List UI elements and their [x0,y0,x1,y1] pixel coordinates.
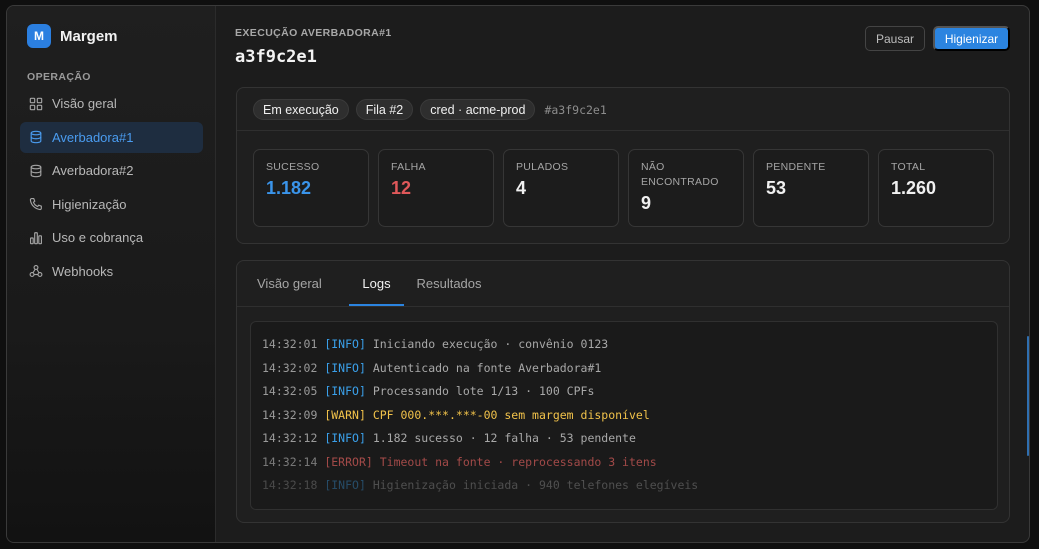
brand[interactable]: M Margem [27,24,118,48]
sidebar-item-label: Averbadora#1 [52,129,134,145]
log-time: 14:32:14 [262,454,318,469]
sidebar-item-label: Averbadora#2 [52,163,134,178]
sidebar-item-label: Uso e cobrança [52,230,144,245]
log-line: 14:32:01 [INFO] Iniciando execução · con… [262,337,608,351]
log-level: [INFO] [324,478,366,492]
database-icon [30,164,42,177]
sanitize-button[interactable]: Higienizar [933,26,1010,51]
log-message: Processando lote 1/13 · 100 CPFs [372,384,595,398]
run-hash: #a3f9c2e1 [544,102,607,117]
log-message: CPF 000.***.***-00 sem margem disponível [372,407,650,422]
log-message: Autenticado na fonte Averbadora#1 [372,360,602,375]
logs-card: Visão geral Logs Resultados 14:32:01 [IN… [236,260,1010,523]
log-line: 14:32:05 [INFO] Processando lote 1/13 · … [262,384,594,398]
log-message: Higienização iniciada · 940 telefones el… [372,478,699,492]
brand-name: Margem [60,27,118,45]
status-badge: Em execução [253,99,349,120]
log-line: 14:32:18 [INFO] Higienização iniciada · … [262,478,698,492]
pause-button[interactable]: Pausar [865,26,925,51]
sidebar: M Margem OPERAÇÃO Visão geral Averbadora… [7,6,216,542]
log-level: [INFO] [324,384,366,398]
sidebar-item-uso-cobranca[interactable]: Uso e cobrança [20,222,203,253]
log-time: 14:32:18 [262,478,318,492]
log-message: 1.182 sucesso · 12 falha · 53 pendente [372,431,636,445]
metric-total: TOTAL 1.260 [878,149,994,227]
app-window: M Margem OPERAÇÃO Visão geral Averbadora… [6,5,1030,543]
main-content: EXECUÇÃO AVERBADORA#1 a3f9c2e1 Pausar Hi… [216,6,1029,542]
metric-label: NÃO ENCONTRADO [641,161,719,188]
metric-label: TOTAL [891,161,926,173]
log-console[interactable]: 14:32:01 [INFO] Iniciando execução · con… [250,321,998,510]
sidebar-item-averbadora2[interactable]: Averbadora#2 [20,155,203,186]
log-level: [INFO] [324,431,366,445]
log-line: 14:32:14 [ERROR] Timeout na fonte · repr… [262,455,657,469]
grid-icon [29,97,43,110]
sidebar-nav: Visão geral Averbadora#1 Averbadora#2 Hi… [20,88,203,289]
scrollbar[interactable] [1027,336,1029,456]
phone-icon [29,198,42,211]
metric-sucesso: SUCESSO 1.182 [253,149,369,227]
log-time: 14:32:05 [262,384,318,398]
sidebar-item-visao-geral[interactable]: Visão geral [20,88,203,119]
database-icon [30,130,42,144]
tab-resultados[interactable]: Resultados [404,261,494,306]
sidebar-item-averbadora1[interactable]: Averbadora#1 [20,121,203,153]
log-line: 14:32:12 [INFO] 1.182 sucesso · 12 falha… [262,431,636,445]
log-time: 14:32:12 [262,431,318,445]
brand-logo: M [27,24,51,48]
log-time: 14:32:02 [262,360,318,375]
status-pills: Em execução Fila #2 cred · acme-prod #a3… [253,99,607,120]
queue-badge: Fila #2 [355,99,414,120]
sidebar-item-label: Webhooks [52,263,114,279]
metric-label: PENDENTE [766,161,826,173]
tab-bar: Visão geral Logs Resultados [257,261,494,306]
log-message: Timeout na fonte · reprocessando 3 itens [379,454,657,469]
metric-label: PULADOS [516,161,569,173]
sidebar-item-label: Visão geral [52,96,117,111]
metric-pendente: PENDENTE 53 [753,149,869,227]
log-level: [INFO] [324,360,366,375]
page-eyebrow: EXECUÇÃO AVERBADORA#1 [235,27,392,39]
log-time: 14:32:01 [262,337,318,351]
log-level: [WARN] [324,407,366,422]
divider [237,130,1009,131]
metric-falha: FALHA 12 [378,149,494,227]
sidebar-item-higienizacao[interactable]: Higienização [20,189,203,220]
metric-pulados: PULADOS 4 [503,149,619,227]
log-message: Iniciando execução · convênio 0123 [372,337,609,351]
log-line: 14:32:09 [WARN] CPF 000.***.***-00 sem m… [262,408,650,422]
metric-label: SUCESSO [266,161,320,173]
divider [237,306,1009,307]
sidebar-item-label: Higienização [52,196,127,212]
tab-visao-geral[interactable]: Visão geral [257,261,349,306]
webhook-icon [29,265,43,277]
metric-label: FALHA [391,161,426,173]
bar-chart-icon [30,231,42,244]
metric-value: 1.260 [891,178,937,198]
tab-logs[interactable]: Logs [349,261,404,306]
metric-nao-encontrado: NÃO ENCONTRADO 9 [628,149,744,227]
log-level: [ERROR] [324,454,373,469]
sidebar-item-webhooks[interactable]: Webhooks [20,256,203,287]
metric-value: 4 [516,178,527,198]
metric-value: 53 [766,178,787,198]
credential-badge: cred · acme-prod [420,99,536,120]
metric-value: 1.182 [266,178,312,198]
page-title: a3f9c2e1 [235,47,317,67]
metric-value: 9 [641,193,652,213]
log-time: 14:32:09 [262,407,318,422]
metric-value: 12 [391,178,412,198]
log-line: 14:32:02 [INFO] Autenticado na fonte Ave… [262,361,601,375]
nav-section-label: OPERAÇÃO [27,71,91,83]
log-level: [INFO] [324,337,366,351]
run-status-card: Em execução Fila #2 cred · acme-prod #a3… [236,87,1010,244]
